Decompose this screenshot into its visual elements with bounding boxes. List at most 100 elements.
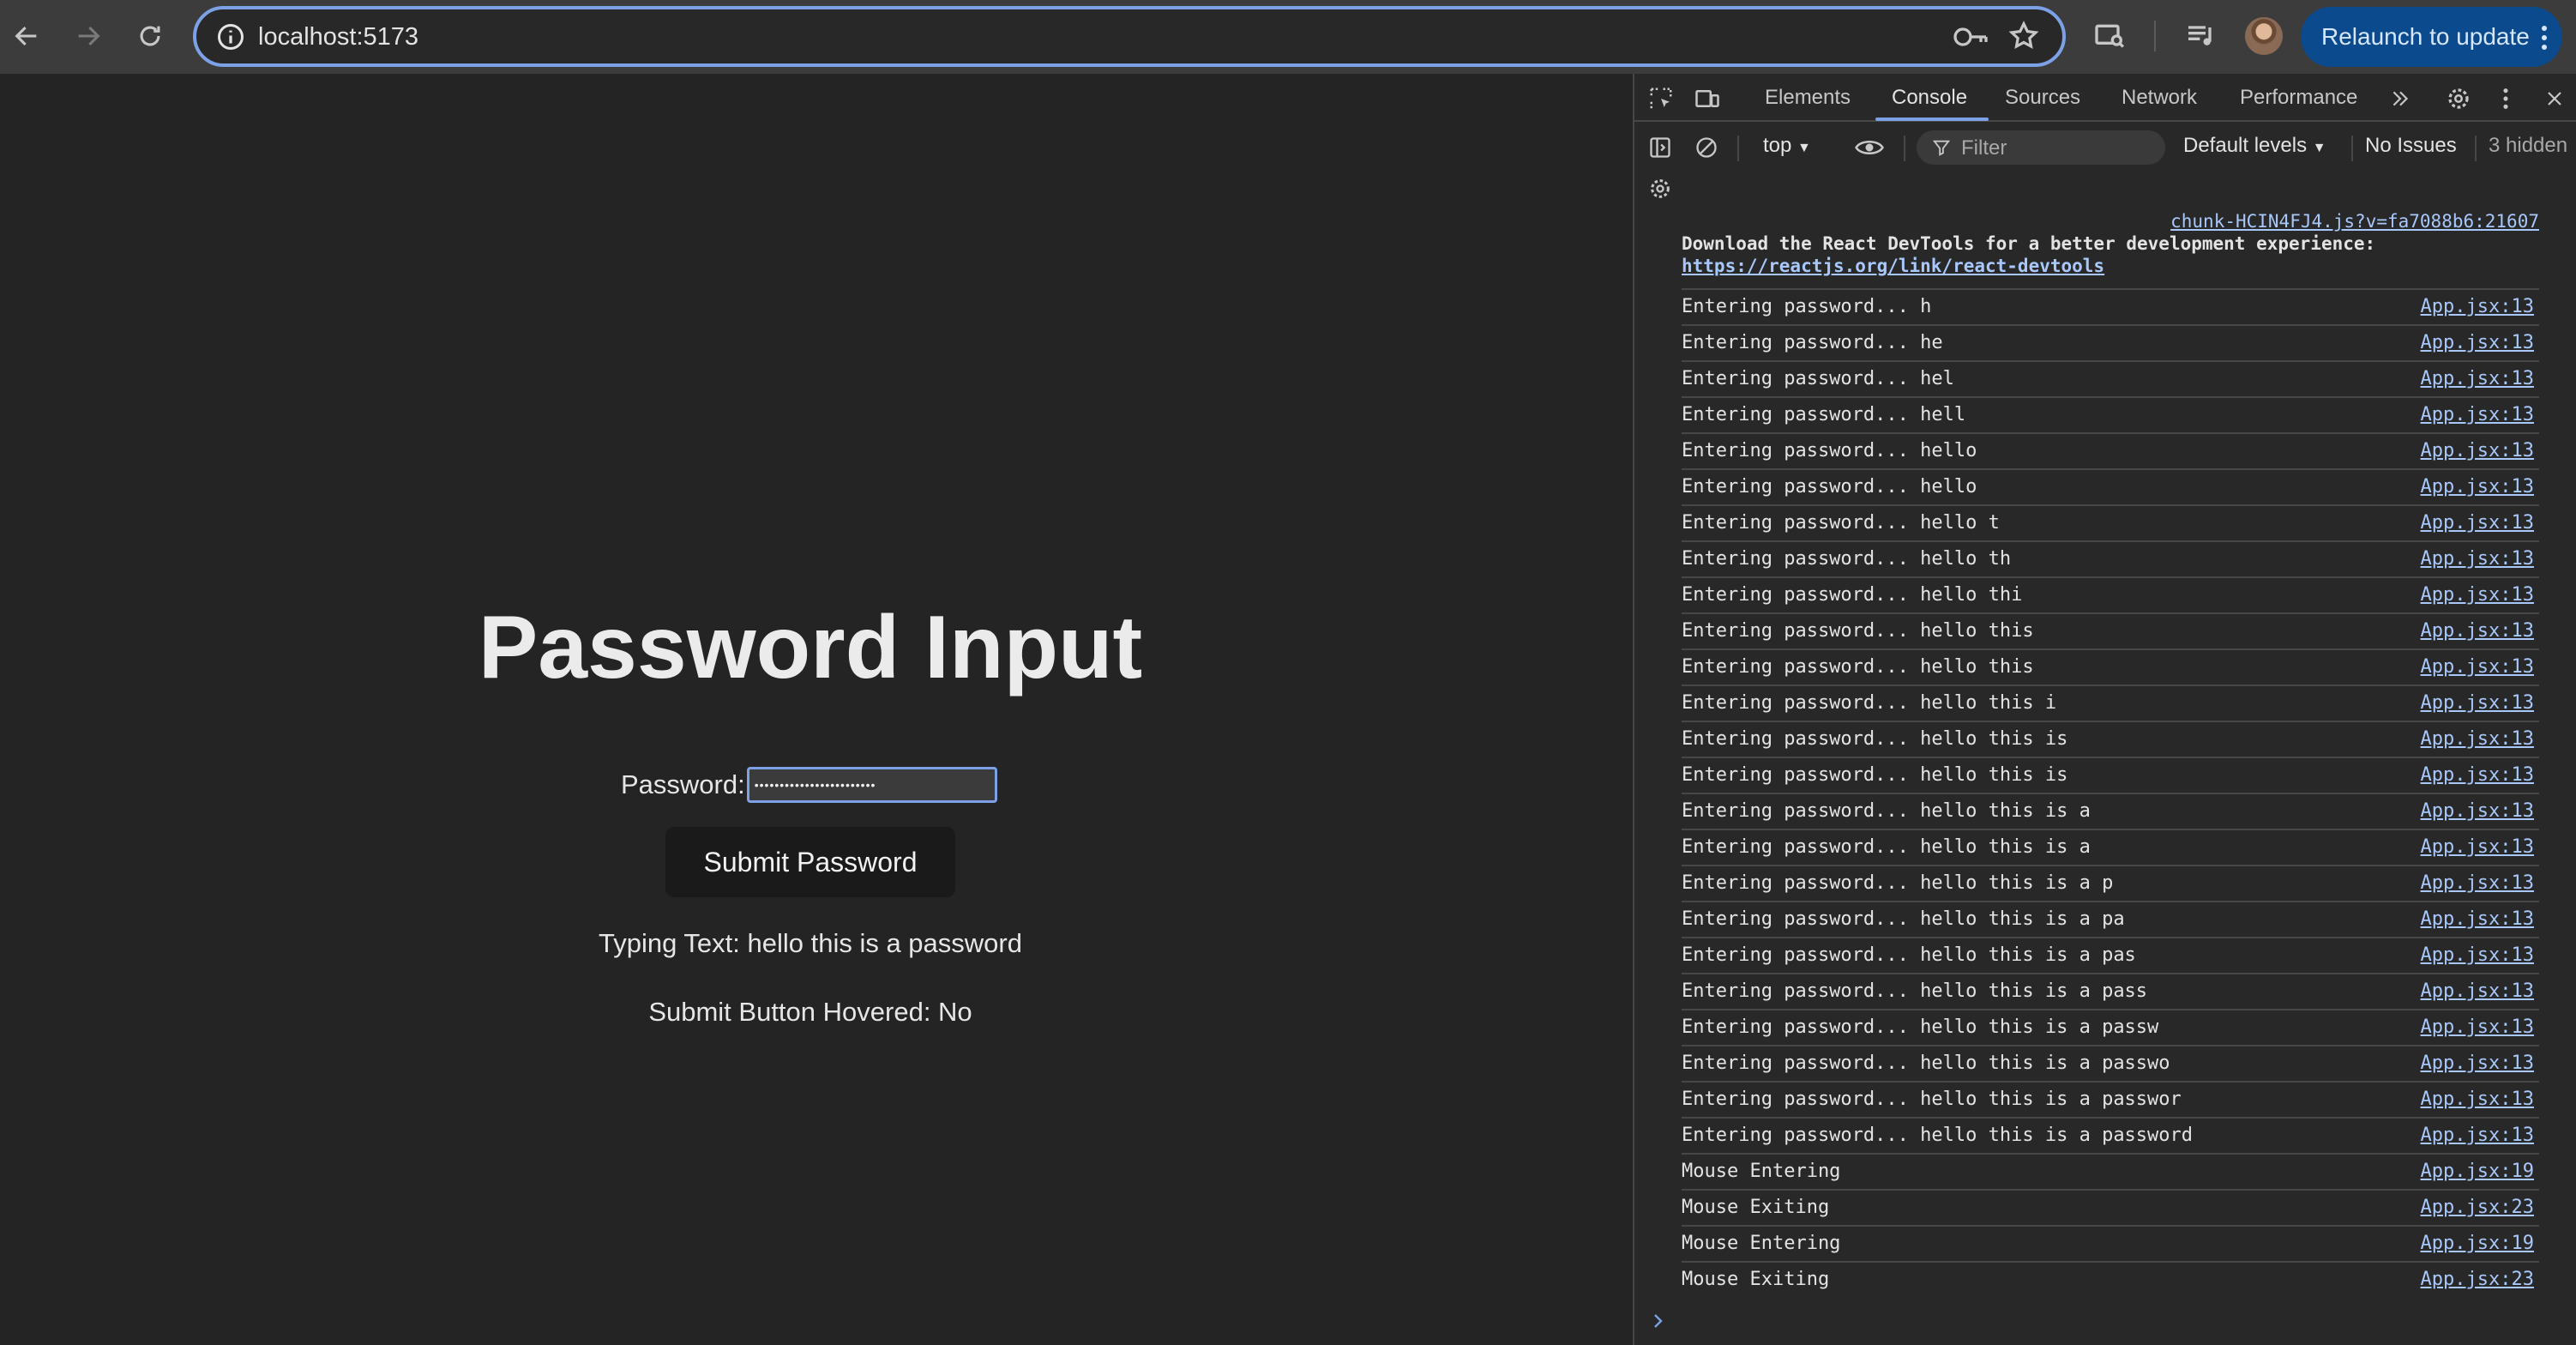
tab-elements[interactable]: Elements bbox=[1765, 86, 1851, 110]
log-source-link[interactable]: App.jsx:23 bbox=[2421, 1269, 2534, 1290]
log-source-link[interactable]: App.jsx:13 bbox=[2421, 800, 2534, 822]
log-source-link[interactable]: App.jsx:13 bbox=[2421, 296, 2534, 317]
log-source-link[interactable]: App.jsx:13 bbox=[2421, 332, 2534, 353]
close-devtools-button[interactable] bbox=[2542, 86, 2567, 112]
device-icon bbox=[1695, 90, 1719, 107]
live-expression-button[interactable] bbox=[1852, 132, 1887, 163]
log-source-link[interactable]: App.jsx:13 bbox=[2421, 836, 2534, 858]
issues-button[interactable]: No Issues bbox=[2365, 134, 2457, 158]
log-source-link[interactable]: chunk-HCIN4FJ4.js?v=fa7088b6:21607 bbox=[2170, 211, 2539, 232]
log-source-link[interactable]: App.jsx:13 bbox=[2421, 476, 2534, 498]
log-message: Entering password... hell bbox=[1682, 404, 1966, 425]
tab-performance[interactable]: Performance bbox=[2240, 86, 2357, 110]
log-source-link[interactable]: App.jsx:13 bbox=[2421, 584, 2534, 606]
log-message: Download the React DevTools for a better… bbox=[1682, 233, 2376, 254]
submit-password-button[interactable]: Submit Password bbox=[665, 827, 955, 897]
sidebar-toggle-button[interactable] bbox=[1646, 134, 1674, 161]
star-icon[interactable] bbox=[2007, 20, 2040, 52]
log-source-link[interactable]: App.jsx:19 bbox=[2421, 1233, 2534, 1254]
devtools-menu-button[interactable] bbox=[2495, 84, 2516, 113]
log-message: Entering password... hello this is a pas… bbox=[1682, 1125, 2194, 1146]
log-message: Entering password... hello thi bbox=[1682, 584, 2023, 606]
console-log-row: Entering password... hello thi App.jsx:13 bbox=[1682, 576, 2539, 612]
inspect-element-button[interactable] bbox=[1646, 84, 1676, 113]
caret-down-icon: ▼ bbox=[2312, 141, 2326, 155]
log-source-link[interactable]: App.jsx:13 bbox=[2421, 1016, 2534, 1038]
log-source-link[interactable]: App.jsx:13 bbox=[2421, 368, 2534, 389]
log-message: Entering password... hel bbox=[1682, 368, 1954, 389]
media-button[interactable] bbox=[2182, 17, 2220, 55]
back-button[interactable] bbox=[5, 15, 48, 57]
log-source-link[interactable]: App.jsx:13 bbox=[2421, 692, 2534, 714]
gear-icon bbox=[2448, 88, 2469, 109]
log-message: Mouse Exiting bbox=[1682, 1197, 1830, 1218]
forward-button[interactable] bbox=[67, 15, 110, 57]
log-message: Entering password... hello this is a bbox=[1682, 800, 2091, 822]
log-source-link[interactable]: App.jsx:13 bbox=[2421, 908, 2534, 930]
tab-network[interactable]: Network bbox=[2122, 86, 2197, 110]
site-info-icon[interactable] bbox=[215, 21, 246, 52]
console-log-row: Mouse Entering App.jsx:19 bbox=[1682, 1153, 2539, 1189]
log-source-link[interactable]: App.jsx:13 bbox=[2421, 980, 2534, 1002]
cast-button[interactable] bbox=[2091, 17, 2128, 55]
log-message: Mouse Entering bbox=[1682, 1161, 1841, 1182]
gear-icon bbox=[1651, 179, 1670, 198]
log-message: Entering password... hello this is a pas… bbox=[1682, 1016, 2159, 1038]
eye-icon bbox=[1855, 140, 1884, 155]
log-source-link[interactable]: App.jsx:13 bbox=[2421, 1089, 2534, 1110]
log-source-link[interactable]: App.jsx:13 bbox=[2421, 1125, 2534, 1146]
more-vert-icon bbox=[2542, 26, 2547, 50]
console-log-row: Entering password... hello this is a pas… bbox=[1682, 937, 2539, 973]
toolbar-divider bbox=[1737, 136, 1739, 161]
log-levels-select[interactable]: Default levels ▼ bbox=[2183, 134, 2326, 158]
screen-search-icon bbox=[2095, 24, 2125, 48]
chevron-right-icon[interactable] bbox=[1648, 1311, 1669, 1331]
log-message: Entering password... hello bbox=[1682, 476, 1977, 498]
relaunch-button[interactable]: Relaunch to update bbox=[2301, 7, 2562, 67]
key-icon[interactable] bbox=[1953, 21, 1989, 53]
relaunch-label: Relaunch to update bbox=[2321, 23, 2530, 50]
log-source-link[interactable]: App.jsx:13 bbox=[2421, 512, 2534, 534]
tab-sources[interactable]: Sources bbox=[2005, 86, 2080, 110]
log-source-link[interactable]: App.jsx:13 bbox=[2421, 872, 2534, 894]
log-source-link[interactable]: App.jsx:23 bbox=[2421, 1197, 2534, 1218]
url-text[interactable]: localhost:5173 bbox=[258, 21, 418, 52]
log-source-link[interactable]: App.jsx:13 bbox=[2421, 404, 2534, 425]
toolbar-divider bbox=[1904, 136, 1905, 161]
console-log-row: Entering password... hello this is App.js… bbox=[1682, 721, 2539, 757]
clear-console-button[interactable] bbox=[1693, 134, 1720, 161]
profile-avatar[interactable] bbox=[2245, 17, 2283, 55]
console-settings-button[interactable] bbox=[1646, 175, 1674, 202]
log-source-link[interactable]: App.jsx:13 bbox=[2421, 548, 2534, 570]
console-log-row: Entering password... hello this is a p Ap… bbox=[1682, 865, 2539, 901]
log-source-link[interactable]: App.jsx:13 bbox=[2421, 764, 2534, 786]
log-source-link[interactable]: App.jsx:13 bbox=[2421, 944, 2534, 966]
hidden-count: 3 hidden bbox=[2489, 134, 2568, 157]
filter-icon bbox=[1932, 140, 1951, 156]
react-devtools-link[interactable]: https://reactjs.org/link/react-devtools bbox=[1682, 256, 2104, 276]
console-log-row: Entering password... hello App.jsx:13 bbox=[1682, 432, 2539, 468]
log-source-link[interactable]: App.jsx:13 bbox=[2421, 440, 2534, 461]
log-source-link[interactable]: App.jsx:13 bbox=[2421, 620, 2534, 642]
password-input[interactable]: •••••••••••••••••••••••• bbox=[746, 767, 997, 803]
device-toolbar-button[interactable] bbox=[1693, 84, 1722, 113]
context-select[interactable]: top ▼ bbox=[1763, 134, 1811, 158]
sidebar-icon bbox=[1650, 137, 1670, 158]
tab-console[interactable]: Console bbox=[1892, 86, 1967, 110]
log-message: Entering password... hello bbox=[1682, 440, 1977, 461]
console-filter-input[interactable]: Filter bbox=[1917, 130, 2165, 165]
reload-button[interactable] bbox=[129, 15, 172, 57]
console-log-list: Entering password... h App.jsx:13 Entering… bbox=[1682, 288, 2539, 1297]
log-source-link[interactable]: App.jsx:13 bbox=[2421, 656, 2534, 678]
log-source-link[interactable]: App.jsx:13 bbox=[2421, 728, 2534, 750]
more-tabs-button[interactable] bbox=[2387, 86, 2413, 112]
log-source-link[interactable]: App.jsx:13 bbox=[2421, 1052, 2534, 1074]
react-devtools-message: chunk-HCIN4FJ4.js?v=fa7088b6:21607 Downl… bbox=[1682, 211, 2539, 283]
devtools-settings-button[interactable] bbox=[2444, 84, 2473, 113]
typing-text: Typing Text: hello this is a password bbox=[599, 928, 1022, 958]
address-bar[interactable]: localhost:5173 bbox=[193, 6, 2066, 67]
console-log-row: Entering password... hello this is a pa A… bbox=[1682, 901, 2539, 937]
console-log-row: Entering password... hello this is a pas… bbox=[1682, 1009, 2539, 1045]
arrow-right-icon bbox=[78, 26, 100, 46]
log-source-link[interactable]: App.jsx:19 bbox=[2421, 1161, 2534, 1182]
